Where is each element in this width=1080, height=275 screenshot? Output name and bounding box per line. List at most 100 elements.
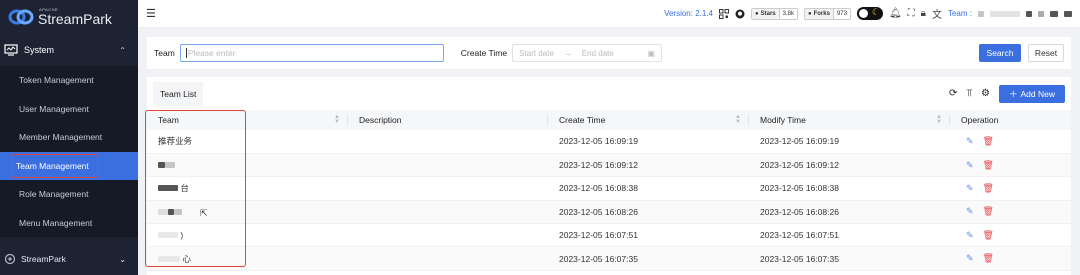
- team-name: 台: [180, 183, 189, 194]
- qrcode-icon[interactable]: [718, 8, 729, 19]
- column-header-label: Modify Time: [760, 115, 806, 125]
- create-time-cell: 2023-12-05 16:07:51: [548, 223, 749, 248]
- edit-icon[interactable]: ✎: [966, 136, 974, 146]
- delete-icon[interactable]: 🗑︎: [983, 160, 994, 170]
- logo[interactable]: APACHE StreamPark: [0, 0, 138, 34]
- sidebar: APACHE StreamPark System ⌃ Token Managem…: [0, 0, 138, 275]
- sidebar-item-user-management[interactable]: User Management: [0, 95, 138, 124]
- bell-icon[interactable]: 🔔︎: [889, 8, 902, 19]
- edit-icon[interactable]: ✎: [966, 183, 974, 193]
- table-row: 2023-12-05 16:09:12 2023-12-05 16:09:12 …: [147, 153, 1071, 178]
- redacted-team-name: [158, 255, 180, 262]
- table-row: ) 2023-12-05 16:07:51 2023-12-05 16:07:5…: [147, 223, 1071, 248]
- streampark-icon: [4, 253, 16, 265]
- redacted-team-name: [174, 208, 182, 215]
- chevron-down-icon: ⌄: [119, 254, 126, 264]
- calendar-icon: ▣: [647, 48, 656, 58]
- sidebar-item-menu-management[interactable]: Menu Management: [0, 209, 138, 238]
- sidebar-item-role-management[interactable]: Role Management: [0, 180, 138, 209]
- lock-icon[interactable]: 🔒︎: [921, 8, 926, 19]
- delete-icon[interactable]: 🗑︎: [983, 253, 994, 263]
- column-header-operation: Operation: [950, 110, 1071, 130]
- edit-icon[interactable]: ✎: [966, 253, 974, 263]
- settings-icon[interactable]: ⚙: [981, 88, 990, 99]
- add-new-button[interactable]: ＋ Add New: [999, 84, 1065, 103]
- team-cell: [147, 200, 348, 225]
- column-header-modify-time[interactable]: Modify Time ▲ ▼: [749, 110, 950, 130]
- create-time-range-picker[interactable]: Start date → End date ▣: [512, 44, 663, 62]
- translate-icon[interactable]: 文: [932, 6, 942, 21]
- start-date-input[interactable]: Start date: [519, 49, 554, 58]
- github-stars-badge[interactable]: ● Stars 3.8k: [750, 7, 798, 20]
- table-row: 台 2023-12-05 16:08:38 2023-12-05 16:08:3…: [147, 176, 1071, 201]
- create-time-cell: 2023-12-05 16:08:38: [548, 176, 749, 201]
- redacted-team-name: [158, 232, 178, 239]
- redacted-team-name: [158, 185, 178, 192]
- sidebar-item-label: Menu Management: [19, 217, 93, 228]
- description-cell: [348, 130, 548, 154]
- sidebar-item-token-management[interactable]: Token Management: [0, 66, 138, 95]
- search-form: Team Please enter Create Time Start date…: [147, 37, 1071, 69]
- description-cell: [348, 200, 548, 225]
- column-height-icon[interactable]: ⫪: [966, 88, 972, 99]
- delete-icon[interactable]: 🗑︎: [983, 230, 994, 240]
- column-header-label: Operation: [961, 115, 999, 125]
- edit-icon[interactable]: ✎: [966, 206, 974, 216]
- delete-icon[interactable]: 🗑︎: [983, 183, 994, 193]
- redacted-user: [1050, 10, 1058, 17]
- description-cell: [348, 246, 548, 271]
- theme-toggle[interactable]: [856, 7, 883, 20]
- team-name: ): [180, 230, 184, 241]
- github-icon: ●: [807, 10, 812, 17]
- redacted-team: [1026, 10, 1032, 17]
- column-header-create-time[interactable]: Create Time ▲ ▼: [548, 110, 749, 130]
- sort-icon[interactable]: ▲ ▼: [735, 114, 741, 125]
- create-time-cell: 2023-12-05 16:08:26: [548, 200, 749, 225]
- modify-time-cell: 2023-12-05 16:09:19: [749, 130, 950, 154]
- menu-group-streampark[interactable]: StreamPark ⌄: [0, 245, 138, 273]
- sidebar-item-label: Team Management: [11, 153, 98, 178]
- sidebar-item-label: Token Management: [19, 75, 94, 86]
- search-button[interactable]: Search: [979, 44, 1021, 62]
- table-row: 推荐业务 2023-12-05 16:09:19 2023-12-05 16:0…: [147, 130, 1071, 154]
- github-icon[interactable]: [735, 9, 745, 19]
- team-search-input[interactable]: Please enter: [179, 44, 444, 62]
- description-cell: [348, 153, 548, 178]
- create-time-label: Create Time: [460, 48, 508, 58]
- modify-time-cell: 2023-12-05 16:07:51: [749, 223, 950, 248]
- sort-icon[interactable]: ▲ ▼: [936, 114, 942, 125]
- menu-icon[interactable]: ☰: [146, 7, 156, 20]
- sidebar-item-label: Role Management: [19, 189, 89, 200]
- github-forks-badge[interactable]: ● Forks 973: [803, 7, 851, 20]
- sort-icon[interactable]: ▲ ▼: [334, 114, 340, 125]
- sidebar-item-member-management[interactable]: Member Management: [0, 123, 138, 152]
- stars-label: Stars: [760, 10, 776, 17]
- delete-icon[interactable]: 🗑︎: [983, 136, 994, 146]
- team-label: Team :: [947, 9, 972, 18]
- end-date-input[interactable]: End date: [582, 49, 614, 58]
- delete-icon[interactable]: 🗑︎: [983, 206, 994, 216]
- column-header-team[interactable]: Team ▲ ▼: [147, 110, 348, 130]
- logo-text: StreamPark: [38, 11, 112, 27]
- redacted-user: [1038, 10, 1044, 17]
- sidebar-item-team-management[interactable]: Team Management: [0, 151, 138, 180]
- operation-cell: ✎ 🗑︎: [950, 246, 1071, 271]
- create-time-cell: 2023-12-05 16:07:35: [548, 246, 749, 271]
- team-table-panel: Team List ⟳ ⫪ ⚙ ＋ Add New Team ▲ ▼ Descrip…: [147, 77, 1071, 275]
- description-cell: [348, 223, 548, 248]
- operation-cell: ✎ 🗑︎: [950, 223, 1071, 248]
- fullscreen-icon[interactable]: ⛶: [908, 8, 915, 19]
- menu-group-system[interactable]: System ⌃: [0, 34, 138, 66]
- edit-icon[interactable]: ✎: [966, 230, 974, 240]
- reset-button[interactable]: Reset: [1028, 44, 1064, 62]
- mouse-cursor-icon: ⇱: [200, 208, 208, 218]
- menu-group-streampark-label: StreamPark: [21, 254, 66, 264]
- plus-icon: ＋: [1008, 88, 1018, 99]
- edit-icon[interactable]: ✎: [966, 160, 974, 170]
- tab-team-list[interactable]: Team List: [153, 81, 204, 106]
- team-cell: 台: [147, 176, 348, 201]
- refresh-icon[interactable]: ⟳: [949, 88, 957, 99]
- column-header-label: Team: [158, 115, 179, 125]
- operation-cell: ✎ 🗑︎: [950, 176, 1071, 201]
- column-header-label: Create Time: [559, 115, 606, 125]
